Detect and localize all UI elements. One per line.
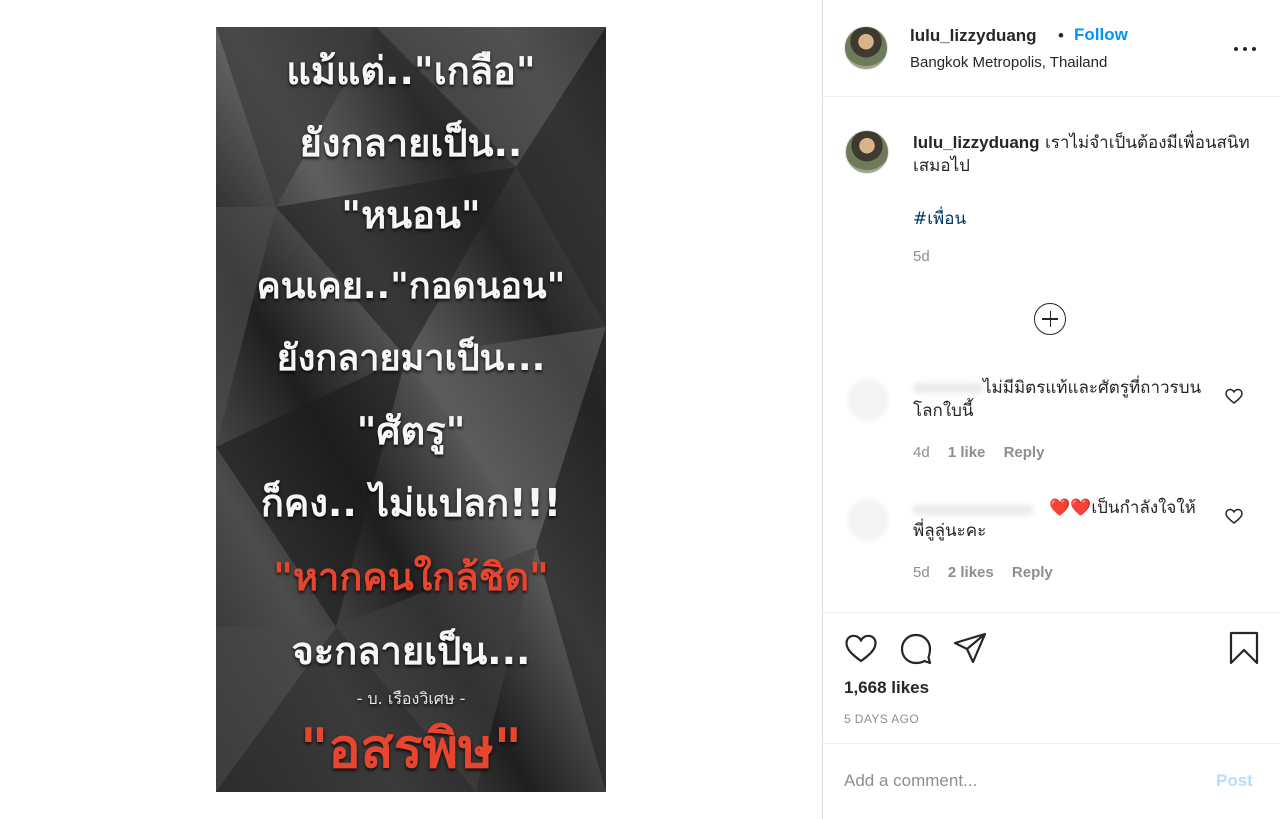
post-media-area: แม้แต่.."เกลือ" ยังกลายเป็น.. "หนอน" คนเ… (0, 0, 822, 819)
post-comment-button[interactable]: Post (1216, 771, 1253, 791)
heart-icon[interactable] (1224, 506, 1244, 526)
load-more-comments-icon[interactable] (1034, 303, 1066, 335)
follow-button[interactable]: Follow (1074, 25, 1128, 45)
avatar[interactable] (844, 26, 888, 70)
caption-time: 5d (913, 248, 930, 265)
quote-line: "ศัตรู" (356, 409, 466, 453)
save-bookmark-icon[interactable] (1226, 630, 1262, 666)
share-paper-plane-icon[interactable] (952, 630, 988, 666)
comments-area: lulu_lizzyduang เราไม่จำเป็นต้องมีเพื่อน… (823, 97, 1280, 613)
avatar[interactable] (845, 130, 889, 174)
quote-line-highlight: "หากคนใกล้ชิด" (273, 555, 549, 599)
quote-line: ก็คง.. ไม่แปลก!!! (260, 481, 562, 525)
comment-input[interactable] (844, 767, 1184, 795)
quote-line: คนเคย.."กอดนอน" (256, 266, 566, 307)
post-actions: 1,668 likes 5 DAYS AGO (823, 614, 1280, 744)
comment-time: 4d (913, 444, 930, 461)
comment-meta: 4d 1 like Reply (913, 444, 1058, 461)
caption: lulu_lizzyduang เราไม่จำเป็นต้องมีเพื่อน… (913, 131, 1253, 178)
quote-author: - บ. เรืองวิเศษ - (356, 689, 466, 708)
separator-dot: • (1058, 26, 1064, 45)
post-date: 5 DAYS AGO (844, 712, 920, 726)
quote-line: ยังกลายมาเป็น... (276, 338, 546, 379)
avatar[interactable] (847, 379, 889, 421)
post-header: lulu_lizzyduang • Follow Bangkok Metropo… (823, 0, 1280, 97)
heart-icon[interactable] (1224, 386, 1244, 406)
comment-bubble-icon[interactable] (898, 630, 934, 666)
comment-meta: 5d 2 likes Reply (913, 564, 1067, 581)
caption-username[interactable]: lulu_lizzyduang (913, 133, 1040, 152)
post-side-panel: lulu_lizzyduang • Follow Bangkok Metropo… (823, 0, 1280, 819)
comment-likes[interactable]: 2 likes (948, 564, 994, 581)
add-comment-bar: Post (823, 745, 1280, 819)
quote-line: จะกลายเป็น... (291, 629, 531, 673)
comment-time: 5d (913, 564, 930, 581)
caption-hashtag[interactable]: #เพื่อน (913, 205, 966, 232)
likes-count[interactable]: 1,668 likes (844, 678, 929, 698)
quote-line: แม้แต่.."เกลือ" (286, 49, 536, 93)
comment-text: ไม่มีมิตรแท้และศัตรูที่ถาวรบนโลกใบนี้ (913, 378, 1202, 421)
post-image[interactable]: แม้แต่.."เกลือ" ยังกลายเป็น.. "หนอน" คนเ… (216, 27, 606, 792)
comment-text: ❤️❤️เป็นกำลังใจให้พี่ลูลู่นะคะ (913, 498, 1196, 541)
avatar[interactable] (847, 499, 889, 541)
image-quote-text: แม้แต่.."เกลือ" ยังกลายเป็น.. "หนอน" คนเ… (216, 27, 606, 792)
quote-line: "หนอน" (341, 193, 481, 237)
more-options-icon[interactable] (1233, 38, 1257, 62)
quote-line-highlight: "อสรพิษ" (300, 717, 522, 780)
reply-button[interactable]: Reply (1012, 564, 1053, 581)
like-heart-icon[interactable] (843, 630, 879, 666)
comment-likes[interactable]: 1 like (948, 444, 986, 461)
quote-line: ยังกลายเป็น.. (299, 121, 523, 165)
header-username[interactable]: lulu_lizzyduang (910, 26, 1037, 46)
reply-button[interactable]: Reply (1004, 444, 1045, 461)
header-location[interactable]: Bangkok Metropolis, Thailand (910, 54, 1107, 71)
